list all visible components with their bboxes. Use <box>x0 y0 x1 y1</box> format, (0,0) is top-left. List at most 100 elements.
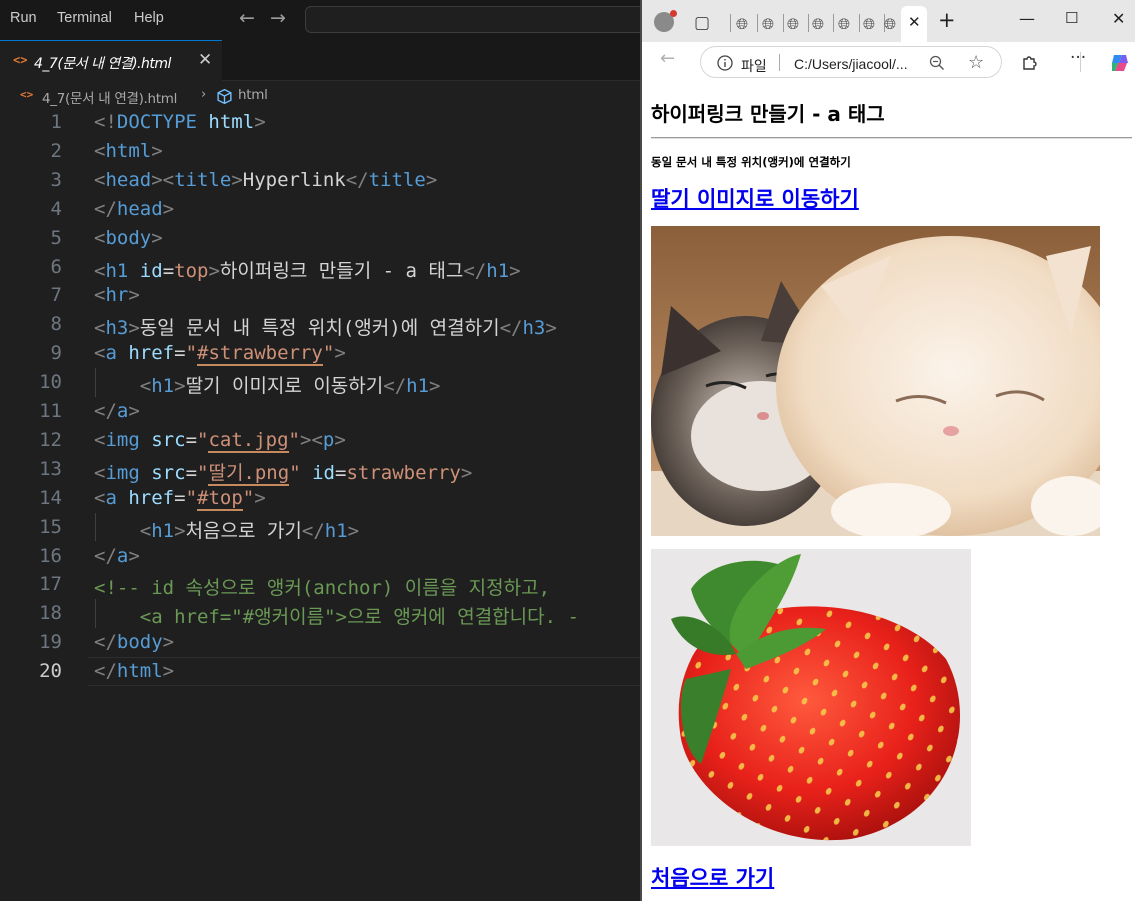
chevron-right-icon: › <box>201 87 206 102</box>
code-line[interactable]: 11 </a> <box>0 397 642 426</box>
close-icon[interactable]: ✕ <box>198 50 212 70</box>
code-token: body <box>105 226 152 249</box>
code-token: href <box>128 486 175 509</box>
menu-run[interactable]: Run <box>10 10 37 26</box>
code-token: < <box>94 168 106 191</box>
browser-tab-active[interactable]: ✕ <box>901 6 927 42</box>
code-line[interactable]: 19 </body> <box>0 628 642 657</box>
code-line[interactable]: 1 <!DOCTYPE html> <box>0 108 642 137</box>
code-token: #strawberry <box>197 342 323 367</box>
globe-icon[interactable]: 🌐︎ <box>884 15 896 33</box>
page-heading: 하이퍼링크 만들기 - a 태그 <box>651 102 885 126</box>
code-token: < <box>139 375 152 398</box>
globe-icon[interactable]: 🌐︎ <box>762 15 774 33</box>
globe-icon[interactable]: 🌐︎ <box>812 15 824 33</box>
maximize-icon[interactable]: ☐ <box>1065 9 1078 27</box>
code-token: id <box>139 259 163 282</box>
more-menu-icon[interactable]: ··· <box>1070 48 1086 68</box>
code-token: 동일 문서 내 특정 위치(앵커)에 연결하기 <box>139 317 500 340</box>
code-token: <!-- id 속성으로 앵커(anchor) 이름을 지정하고, <box>94 577 551 600</box>
code-token: title <box>368 168 426 191</box>
tab-separator <box>833 14 834 32</box>
line-number: 14 <box>39 486 62 509</box>
code-line[interactable]: 13 <img src="딸기.png" id=strawberry> <box>0 455 642 486</box>
notification-dot <box>670 10 677 17</box>
code-line[interactable]: 17 <!-- id 속성으로 앵커(anchor) 이름을 지정하고, <box>0 570 642 599</box>
code-token: < <box>94 486 106 509</box>
link-to-top[interactable]: 처음으로 가기 <box>651 862 774 892</box>
code-line[interactable]: 2 <html> <box>0 137 642 166</box>
forward-arrow-icon[interactable]: → <box>270 7 286 29</box>
globe-icon[interactable]: 🌐︎ <box>736 15 748 33</box>
breadcrumb-file[interactable]: 4_7(문서 내 연결).html <box>42 87 177 107</box>
url-text[interactable]: C:/Users/jiacool/... <box>794 56 908 72</box>
command-center-input[interactable] <box>305 6 650 33</box>
code-token: " <box>289 461 301 484</box>
code-line[interactable]: 4 </head> <box>0 195 642 224</box>
back-arrow-icon[interactable]: ← <box>660 48 675 69</box>
zoom-icon[interactable] <box>929 55 945 71</box>
close-icon[interactable]: ✕ <box>908 13 921 31</box>
code-token: a <box>105 342 117 365</box>
code-line[interactable]: 9 <a href="#strawberry"> <box>0 339 642 368</box>
horizontal-rule <box>651 137 1132 139</box>
close-window-icon[interactable]: ✕ <box>1112 9 1125 28</box>
code-line[interactable]: 8 <h3>동일 문서 내 특정 위치(앵커)에 연결하기</h3> <box>0 310 642 339</box>
code-text: </body> <box>94 631 174 653</box>
menu-terminal[interactable]: Terminal <box>57 10 112 26</box>
code-token: img <box>105 461 140 484</box>
code-line[interactable]: 20 </html> <box>0 657 642 686</box>
code-text: <h3>동일 문서 내 특정 위치(앵커)에 연결하기</h3> <box>94 313 557 340</box>
code-line[interactable]: 12 <img src="cat.jpg"><p> <box>0 426 642 455</box>
code-line[interactable]: 18 <a href="#앵커이름">으로 앵커에 연결합니다. - <box>0 599 642 628</box>
info-icon[interactable] <box>717 55 733 71</box>
code-token: > <box>128 400 140 422</box>
line-number: 9 <box>50 342 62 365</box>
favorite-star-icon[interactable]: ☆ <box>968 52 984 73</box>
code-line[interactable]: 7 <hr> <box>0 281 642 310</box>
globe-icon[interactable]: 🌐︎ <box>863 15 875 33</box>
code-line[interactable]: 16 </a> <box>0 542 642 571</box>
code-token: " <box>197 428 209 451</box>
line-number: 4 <box>50 197 62 220</box>
code-token: head <box>105 168 152 191</box>
code-token: " <box>288 428 300 451</box>
editor-tab[interactable]: <> 4_7(문서 내 연결).html ✕ <box>0 40 222 81</box>
link-to-strawberry[interactable]: 딸기 이미지로 이동하기 <box>651 183 859 213</box>
code-token: >< <box>300 428 323 451</box>
extensions-icon[interactable] <box>1021 53 1039 71</box>
code-token: " <box>322 342 335 365</box>
new-tab-icon[interactable]: + <box>938 8 956 32</box>
address-bar[interactable]: 파일 C:/Users/jiacool/... ☆ <box>700 46 1002 78</box>
code-text: <!-- id 속성으로 앵커(anchor) 이름을 지정하고, <box>94 573 550 600</box>
globe-icon[interactable]: 🌐︎ <box>838 15 850 33</box>
code-token: = <box>174 342 186 365</box>
code-line[interactable]: 14 <a href="#top"> <box>0 484 642 513</box>
editor-tab-bar: <> 4_7(문서 내 연결).html ✕ <box>0 40 642 81</box>
code-text: <a href="#strawberry"> <box>94 342 346 367</box>
code-token: Hyperlink <box>242 168 346 191</box>
code-token: title <box>174 168 232 191</box>
code-token: body <box>116 631 163 654</box>
code-line[interactable]: 3 <head><title>Hyperlink</title> <box>0 166 642 195</box>
menu-help[interactable]: Help <box>134 10 164 26</box>
tab-actions-icon[interactable]: ▢ <box>694 13 710 33</box>
code-token: > <box>460 461 473 484</box>
code-line[interactable]: 10 <h1>딸기 이미지로 이동하기</h1> <box>0 368 642 397</box>
breadcrumb-symbol[interactable]: html <box>238 87 268 103</box>
code-token: </ <box>94 544 117 567</box>
code-line[interactable]: 6 <h1 id=top>하이퍼링크 만들기 - a 태그</h1> <box>0 253 642 282</box>
copilot-icon[interactable] <box>1109 52 1131 74</box>
code-token: 딸기 이미지로 이동하기 <box>185 375 384 398</box>
minimize-icon[interactable]: — <box>1019 9 1035 28</box>
globe-icon[interactable]: 🌐︎ <box>787 15 799 33</box>
code-token: < <box>94 139 106 162</box>
code-line[interactable]: 15 <h1>처음으로 가기</h1> <box>0 513 642 542</box>
code-token: > <box>334 428 346 451</box>
cat-image <box>651 226 1100 536</box>
indent-guide <box>95 599 96 629</box>
back-arrow-icon[interactable]: ← <box>239 7 255 29</box>
code-text: <a href="#앵커이름">으로 앵커에 연결합니다. - <box>94 602 579 629</box>
line-number: 18 <box>39 602 62 625</box>
code-line[interactable]: 5 <body> <box>0 224 642 253</box>
